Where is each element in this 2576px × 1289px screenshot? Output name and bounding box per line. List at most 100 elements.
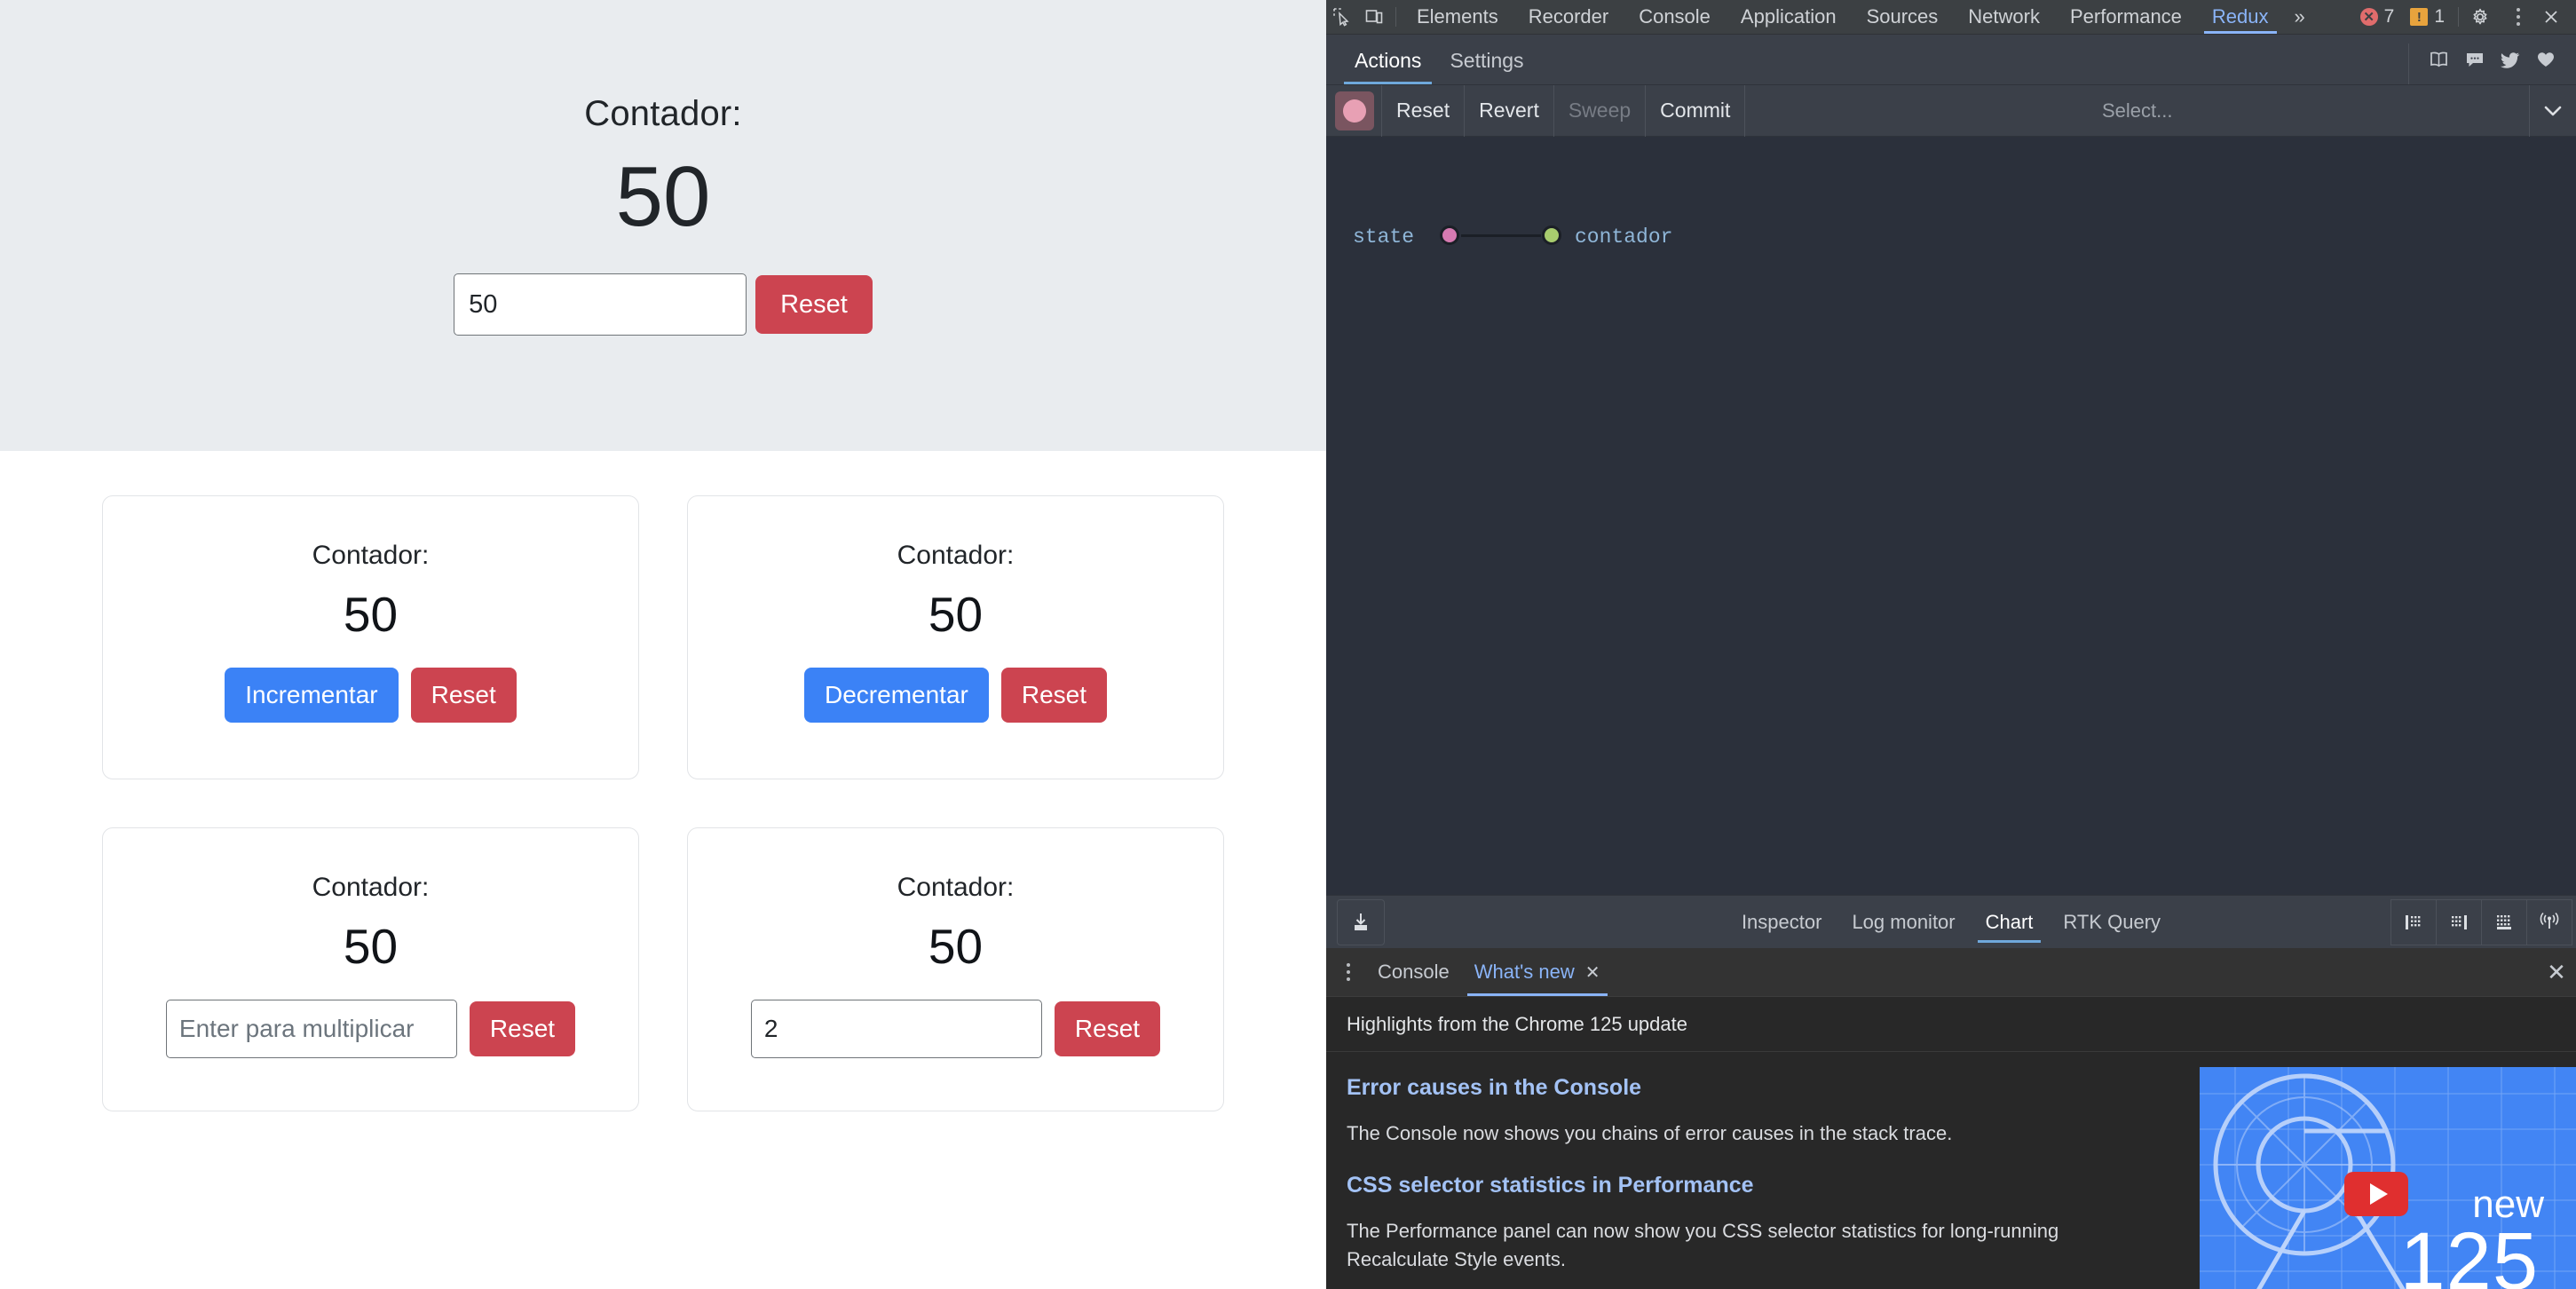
redux-commit-button[interactable]: Commit: [1645, 85, 1744, 137]
drawer-tab-label: Console: [1378, 961, 1450, 984]
redux-social-links: [2408, 43, 2576, 84]
redux-tab-settings[interactable]: Settings: [1435, 49, 1537, 84]
dock-left-icon[interactable]: [2390, 899, 2437, 945]
tab-application[interactable]: Application: [1726, 0, 1852, 34]
dock-right-icon[interactable]: [2436, 899, 2482, 945]
redux-action-select[interactable]: Select...: [1744, 85, 2530, 137]
drawer-tab-console[interactable]: Console: [1365, 948, 1462, 996]
broadcast-icon[interactable]: [2526, 899, 2572, 945]
monitor-tab-log-monitor[interactable]: Log monitor: [1837, 896, 1970, 948]
thumbnail-image: new 125: [2200, 1067, 2576, 1289]
increment-button[interactable]: Incrementar: [225, 668, 398, 723]
card-label: Contador:: [312, 873, 430, 903]
tab-elements[interactable]: Elements: [1402, 0, 1513, 34]
value-input[interactable]: [751, 1000, 1042, 1058]
redux-panel: Actions Settings: [1326, 35, 2576, 948]
whats-new-body-text: The Console now shows you chains of erro…: [1347, 1119, 2128, 1148]
dock-bottom-icon[interactable]: [2481, 899, 2527, 945]
devtools-tabbar: Elements Recorder Console Application So…: [1326, 0, 2576, 35]
error-icon: ✕: [2360, 8, 2378, 26]
card-value: 50: [344, 587, 398, 643]
close-icon[interactable]: [2535, 1, 2567, 33]
reset-button[interactable]: Reset: [470, 1001, 575, 1056]
counter-card-multiply: Contador: 50 Reset: [102, 827, 639, 1111]
kebab-menu-icon[interactable]: [2501, 0, 2535, 34]
book-icon[interactable]: [2423, 43, 2455, 75]
drawer-tabbar: Console What's new ✕ ✕: [1326, 948, 2576, 997]
error-badge[interactable]: ✕ 7: [2352, 6, 2403, 28]
drawer-tab-label: What's new: [1474, 961, 1575, 984]
tab-sources[interactable]: Sources: [1852, 0, 1954, 34]
recording-toggle-button[interactable]: [1335, 91, 1374, 130]
chart-link-state-contador: [1461, 234, 1541, 237]
divider: [2458, 7, 2459, 27]
youtube-play-icon[interactable]: [2344, 1172, 2408, 1216]
tab-performance[interactable]: Performance: [2055, 0, 2197, 34]
hero-counter-input[interactable]: [454, 273, 747, 336]
card-value: 50: [344, 919, 398, 975]
card-actions: Incrementar Reset: [225, 668, 517, 723]
chrome-125-video-thumbnail[interactable]: new 125: [2193, 1056, 2576, 1289]
close-icon[interactable]: ✕: [1585, 961, 1600, 984]
reset-button[interactable]: Reset: [1055, 1001, 1160, 1056]
multiply-input[interactable]: [166, 1000, 457, 1058]
tab-redux[interactable]: Redux: [2197, 0, 2284, 34]
tab-console[interactable]: Console: [1624, 0, 1726, 34]
chart-node-contador[interactable]: [1542, 225, 1561, 245]
devtools-tab-list: Elements Recorder Console Application So…: [1402, 0, 2316, 34]
dock-controls: [2391, 899, 2576, 945]
heart-icon[interactable]: [2530, 43, 2562, 75]
hero-reset-button[interactable]: Reset: [755, 275, 873, 334]
card-label: Contador:: [312, 541, 430, 571]
hero-controls: Reset: [454, 273, 873, 336]
redux-revert-button[interactable]: Revert: [1464, 85, 1553, 137]
inspect-element-icon[interactable]: [1326, 1, 1358, 33]
redux-tab-actions[interactable]: Actions: [1340, 49, 1435, 84]
monitor-tab-chart[interactable]: Chart: [1971, 896, 2049, 948]
record-dot-icon: [1343, 99, 1366, 123]
redux-state-chart[interactable]: state contador: [1326, 137, 2576, 895]
reset-button[interactable]: Reset: [411, 668, 517, 723]
device-toolbar-icon[interactable]: [1358, 1, 1390, 33]
counter-card-grid: Contador: 50 Incrementar Reset Contador:…: [0, 451, 1326, 1111]
monitor-tab-rtk-query[interactable]: RTK Query: [2048, 896, 2176, 948]
chart-node-state[interactable]: [1440, 225, 1459, 245]
chevron-down-icon[interactable]: [2530, 85, 2576, 137]
redux-select-placeholder: Select...: [2102, 99, 2172, 123]
card-label: Contador:: [897, 541, 1015, 571]
whats-new-highlights-title: Highlights from the Chrome 125 update: [1326, 997, 2576, 1052]
twitter-icon[interactable]: [2494, 43, 2526, 75]
warning-count: 1: [2434, 6, 2445, 28]
redux-topbar: Actions Settings: [1326, 35, 2576, 85]
warning-icon: !: [2410, 8, 2428, 26]
card-value: 50: [928, 587, 983, 643]
screen: Contador: 50 Reset Contador: 50 Incremen…: [0, 0, 2576, 1289]
redux-action-toolbar: Reset Revert Sweep Commit Select...: [1326, 85, 2576, 137]
gear-icon[interactable]: [2464, 1, 2496, 33]
reset-button[interactable]: Reset: [1001, 668, 1107, 723]
drawer-menu-icon[interactable]: [1331, 955, 1365, 989]
card-actions: Decrementar Reset: [804, 668, 1107, 723]
counter-card-value-input: Contador: 50 Reset: [687, 827, 1224, 1111]
warning-badge[interactable]: ! 1: [2402, 6, 2453, 28]
whats-new-body-text: The Performance panel can now show you C…: [1347, 1217, 2128, 1274]
hero-counter-value: 50: [616, 144, 711, 250]
tab-network[interactable]: Network: [1953, 0, 2055, 34]
drawer-tab-whats-new[interactable]: What's new ✕: [1462, 948, 1613, 996]
counter-card-increment: Contador: 50 Incrementar Reset: [102, 495, 639, 779]
devtools-panel: Elements Recorder Console Application So…: [1326, 0, 2576, 1289]
redux-sweep-button: Sweep: [1553, 85, 1645, 137]
monitor-tab-inspector[interactable]: Inspector: [1727, 896, 1837, 948]
card-value: 50: [928, 919, 983, 975]
thumbnail-version-label: 125: [2400, 1215, 2540, 1289]
card-label: Contador:: [897, 873, 1015, 903]
more-tabs-icon[interactable]: »: [2284, 5, 2316, 28]
redux-reset-button[interactable]: Reset: [1381, 85, 1464, 137]
hero-counter-label: Contador:: [584, 92, 741, 135]
chat-icon[interactable]: [2459, 43, 2491, 75]
drawer-close-icon[interactable]: ✕: [2537, 953, 2576, 992]
counter-card-decrement: Contador: 50 Decrementar Reset: [687, 495, 1224, 779]
decrement-button[interactable]: Decrementar: [804, 668, 989, 723]
tab-recorder[interactable]: Recorder: [1513, 0, 1624, 34]
chart-node-label-state: state: [1353, 225, 1414, 249]
